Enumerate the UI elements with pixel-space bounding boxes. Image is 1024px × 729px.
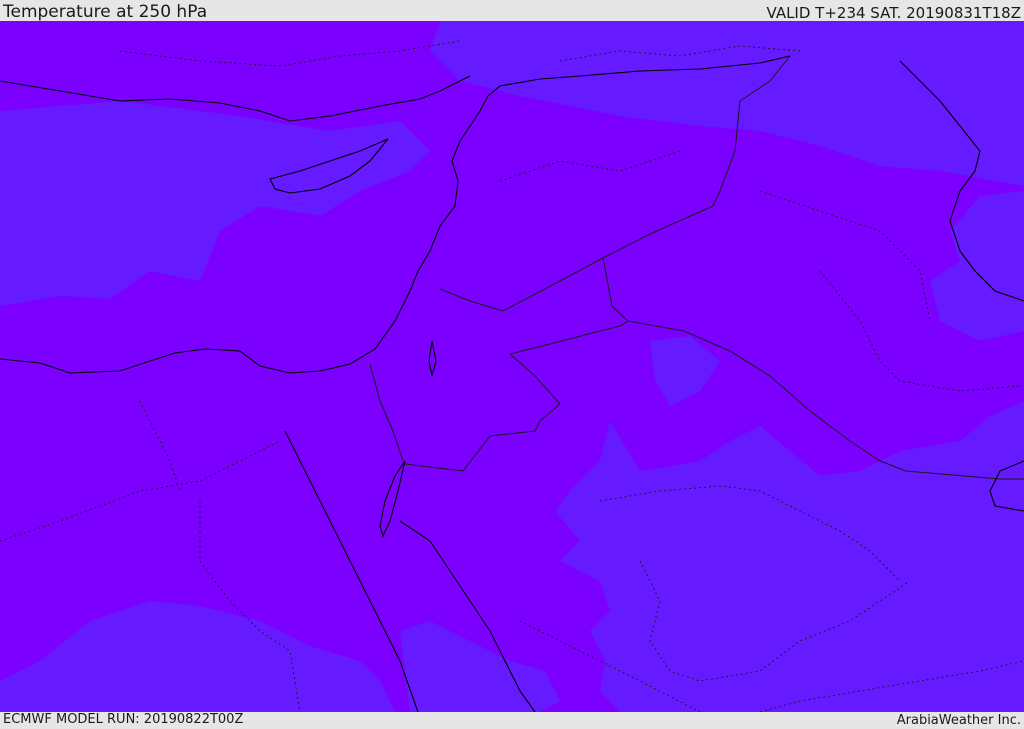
map-title: Temperature at 250 hPa xyxy=(3,2,208,22)
model-run-label: ECMWF MODEL RUN: 20190822T00Z xyxy=(3,712,244,727)
credit-label: ArabiaWeather Inc. xyxy=(896,713,1021,728)
footer-bar: ECMWF MODEL RUN: 20190822T00Z ArabiaWeat… xyxy=(0,712,1024,729)
map-canvas xyxy=(0,21,1024,712)
valid-time-label: VALID T+234 SAT. 20190831T18Z xyxy=(766,4,1021,22)
header-bar: Temperature at 250 hPa VALID T+234 SAT. … xyxy=(0,0,1024,21)
temperature-map[interactable] xyxy=(0,21,1024,712)
